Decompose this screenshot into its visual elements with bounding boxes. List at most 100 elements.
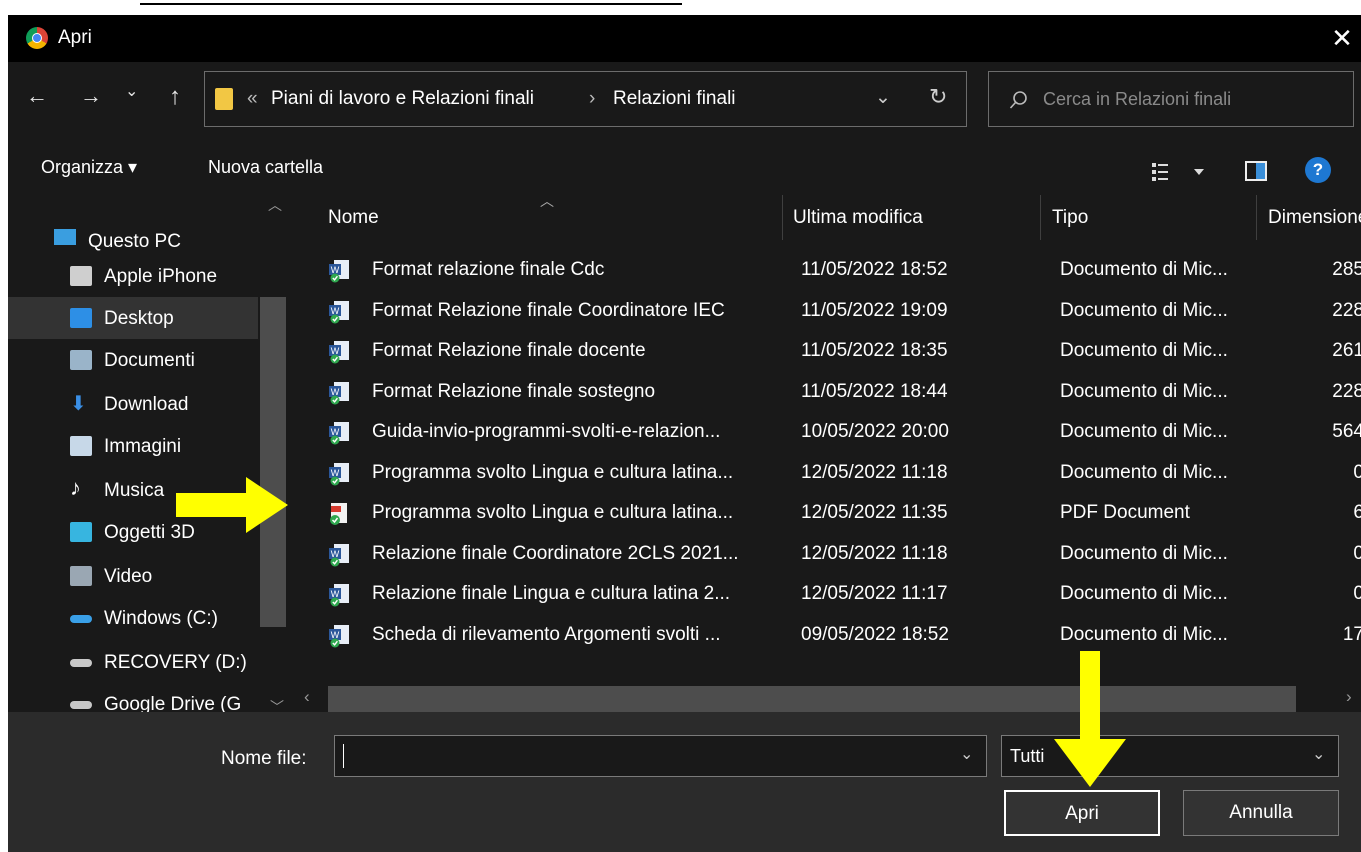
sidebar-item[interactable]: Video [8, 555, 258, 597]
file-row[interactable]: W Format relazione finale Cdc 11/05/2022 1… [308, 251, 1361, 291]
forward-button[interactable]: → [80, 83, 102, 109]
file-row[interactable]: W Format Relazione finale Coordinatore IE… [308, 292, 1361, 332]
sidebar-item-label: Apple iPhone [104, 266, 218, 287]
sidebar-item-label: Windows (C:) [104, 608, 219, 629]
file-modified: 12/05/2022 11:17 [801, 583, 948, 604]
sidebar-item[interactable]: RECOVERY (D:) [8, 641, 258, 683]
file-type-dropdown-icon[interactable]: ⌄ [1312, 744, 1325, 764]
file-name: Format relazione finale Cdc [372, 259, 605, 280]
close-button[interactable]: ✕ [1326, 21, 1358, 55]
file-row[interactable]: W Relazione finale Coordinatore 2CLS 2021… [308, 535, 1361, 575]
help-icon[interactable]: ? [1305, 157, 1331, 183]
svg-text:W: W [331, 306, 340, 316]
scroll-right-icon[interactable]: › [1346, 687, 1352, 707]
svg-text:W: W [331, 387, 340, 397]
filename-label: Nome file: [221, 748, 307, 769]
scroll-left-icon[interactable]: ‹ [304, 687, 310, 707]
sidebar-item[interactable]: Desktop [8, 297, 258, 339]
file-name: Guida-invio-programmi-svolti-e-relazion.… [372, 421, 721, 442]
file-row[interactable]: Programma svolto Lingua e cultura latina… [308, 494, 1361, 534]
address-bar[interactable]: « Piani di lavoro e Relazioni finali › R… [204, 71, 967, 127]
file-name: Programma svolto Lingua e cultura latina… [372, 502, 734, 523]
chrome-icon [26, 27, 48, 49]
desktop-icon [70, 308, 92, 328]
file-type: Documento di Mic... [1060, 340, 1228, 361]
file-row[interactable]: W Programma svolto Lingua e cultura latin… [308, 454, 1361, 494]
background-rule [140, 3, 682, 5]
new-folder-button[interactable]: Nuova cartella [208, 157, 323, 178]
file-modified: 11/05/2022 19:09 [801, 299, 948, 321]
breadcrumb-overflow[interactable]: « [247, 88, 258, 110]
column-divider[interactable] [1040, 195, 1041, 240]
file-type: Documento di Mic... [1060, 623, 1228, 645]
annotation-arrow-down-icon [1054, 651, 1126, 787]
cancel-button[interactable]: Annulla [1183, 790, 1339, 836]
scroll-up-icon[interactable]: ︿ [268, 195, 282, 215]
file-row[interactable]: W Relazione finale Lingua e cultura latin… [308, 575, 1361, 615]
video-icon [70, 566, 92, 586]
file-type: Documento di Mic... [1060, 299, 1228, 321]
column-header-type[interactable]: Tipo [1052, 207, 1088, 229]
file-modified: 09/05/2022 18:52 [801, 623, 949, 645]
sidebar-item[interactable]: Documenti [8, 339, 258, 381]
view-options-icon[interactable] [1152, 161, 1208, 183]
file-row[interactable]: W Format Relazione finale docente 11/05/20… [308, 332, 1361, 372]
column-header-size[interactable]: Dimensione [1268, 207, 1361, 229]
pc-icon [54, 229, 76, 245]
file-size: 228 [1332, 380, 1361, 402]
file-row[interactable]: W Format Relazione finale sostegno 11/05/2… [308, 373, 1361, 413]
sidebar-item[interactable]: ⬇ Download [8, 383, 258, 425]
file-size: 6 [1353, 502, 1361, 523]
sidebar-item[interactable]: Windows (C:) [8, 597, 258, 639]
word-file-icon: W [329, 422, 349, 445]
sidebar-item-label: Immagini [104, 436, 182, 457]
file-list-scrollbar-thumb[interactable] [328, 686, 1296, 713]
breadcrumb-item-piani[interactable]: Piani di lavoro e Relazioni finali [271, 88, 534, 110]
search-box[interactable]: Cerca in Relazioni finali [988, 71, 1354, 127]
address-dropdown-button[interactable]: ⌄ [875, 86, 891, 109]
sidebar-item[interactable]: Apple iPhone [8, 255, 258, 297]
file-type-filter[interactable]: Tutti ⌄ [1001, 735, 1339, 777]
column-divider[interactable] [782, 195, 783, 240]
breadcrumb-item-relazioni[interactable]: Relazioni finali [613, 88, 736, 110]
sidebar-item[interactable]: Immagini [8, 425, 258, 467]
open-file-dialog: Apri ✕ ← → ⌄ ↑ « Piani di lavoro e Relaz… [8, 15, 1361, 852]
sidebar-item-label: Musica [104, 480, 165, 501]
preview-pane-icon[interactable] [1245, 161, 1267, 181]
back-button[interactable]: ← [26, 83, 48, 109]
breadcrumb-separator[interactable]: › [589, 88, 595, 110]
sidebar-item-label: Video [104, 566, 153, 587]
up-button[interactable]: ↑ [169, 83, 181, 111]
music-icon: ♪ [70, 475, 81, 500]
window-title: Apri [58, 27, 92, 48]
file-size: 564 [1332, 421, 1361, 442]
file-row[interactable]: W Guida-invio-programmi-svolti-e-relazion… [308, 413, 1361, 453]
drive-c-icon [70, 615, 92, 623]
organize-button[interactable]: Organizza ▾ [41, 157, 137, 178]
file-name: Programma svolto Lingua e cultura latina… [372, 461, 734, 483]
file-size: 0 [1353, 542, 1361, 564]
file-row[interactable]: W Scheda di rilevamento Argomenti svolti … [308, 616, 1361, 656]
file-type: PDF Document [1060, 502, 1190, 523]
file-type: Documento di Mic... [1060, 583, 1228, 604]
filename-input[interactable]: ⌄ [334, 735, 987, 777]
download-icon: ⬇ [70, 393, 87, 415]
column-header-name[interactable]: Nome [328, 207, 379, 229]
search-input[interactable]: Cerca in Relazioni finali [1043, 89, 1231, 110]
recent-locations-button[interactable]: ⌄ [125, 81, 138, 101]
open-button[interactable]: Apri [1004, 790, 1160, 836]
filename-dropdown-icon[interactable]: ⌄ [960, 744, 973, 764]
refresh-button[interactable]: ↻ [929, 84, 947, 110]
file-modified: 12/05/2022 11:35 [801, 502, 948, 523]
file-modified: 12/05/2022 11:18 [801, 461, 948, 483]
file-modified: 12/05/2022 11:18 [801, 542, 948, 564]
sidebar-item[interactable]: Questo PC [8, 213, 258, 255]
column-header-modified[interactable]: Ultima modifica [793, 207, 923, 229]
file-name: Format Relazione finale sostegno [372, 380, 656, 402]
column-divider[interactable] [1256, 195, 1257, 240]
folder-icon [215, 88, 233, 110]
drive-d-icon [70, 659, 92, 667]
navigation-scrollbar-thumb[interactable] [260, 297, 286, 627]
title-bar: Apri ✕ [8, 15, 1361, 62]
svg-text:W: W [331, 427, 340, 437]
